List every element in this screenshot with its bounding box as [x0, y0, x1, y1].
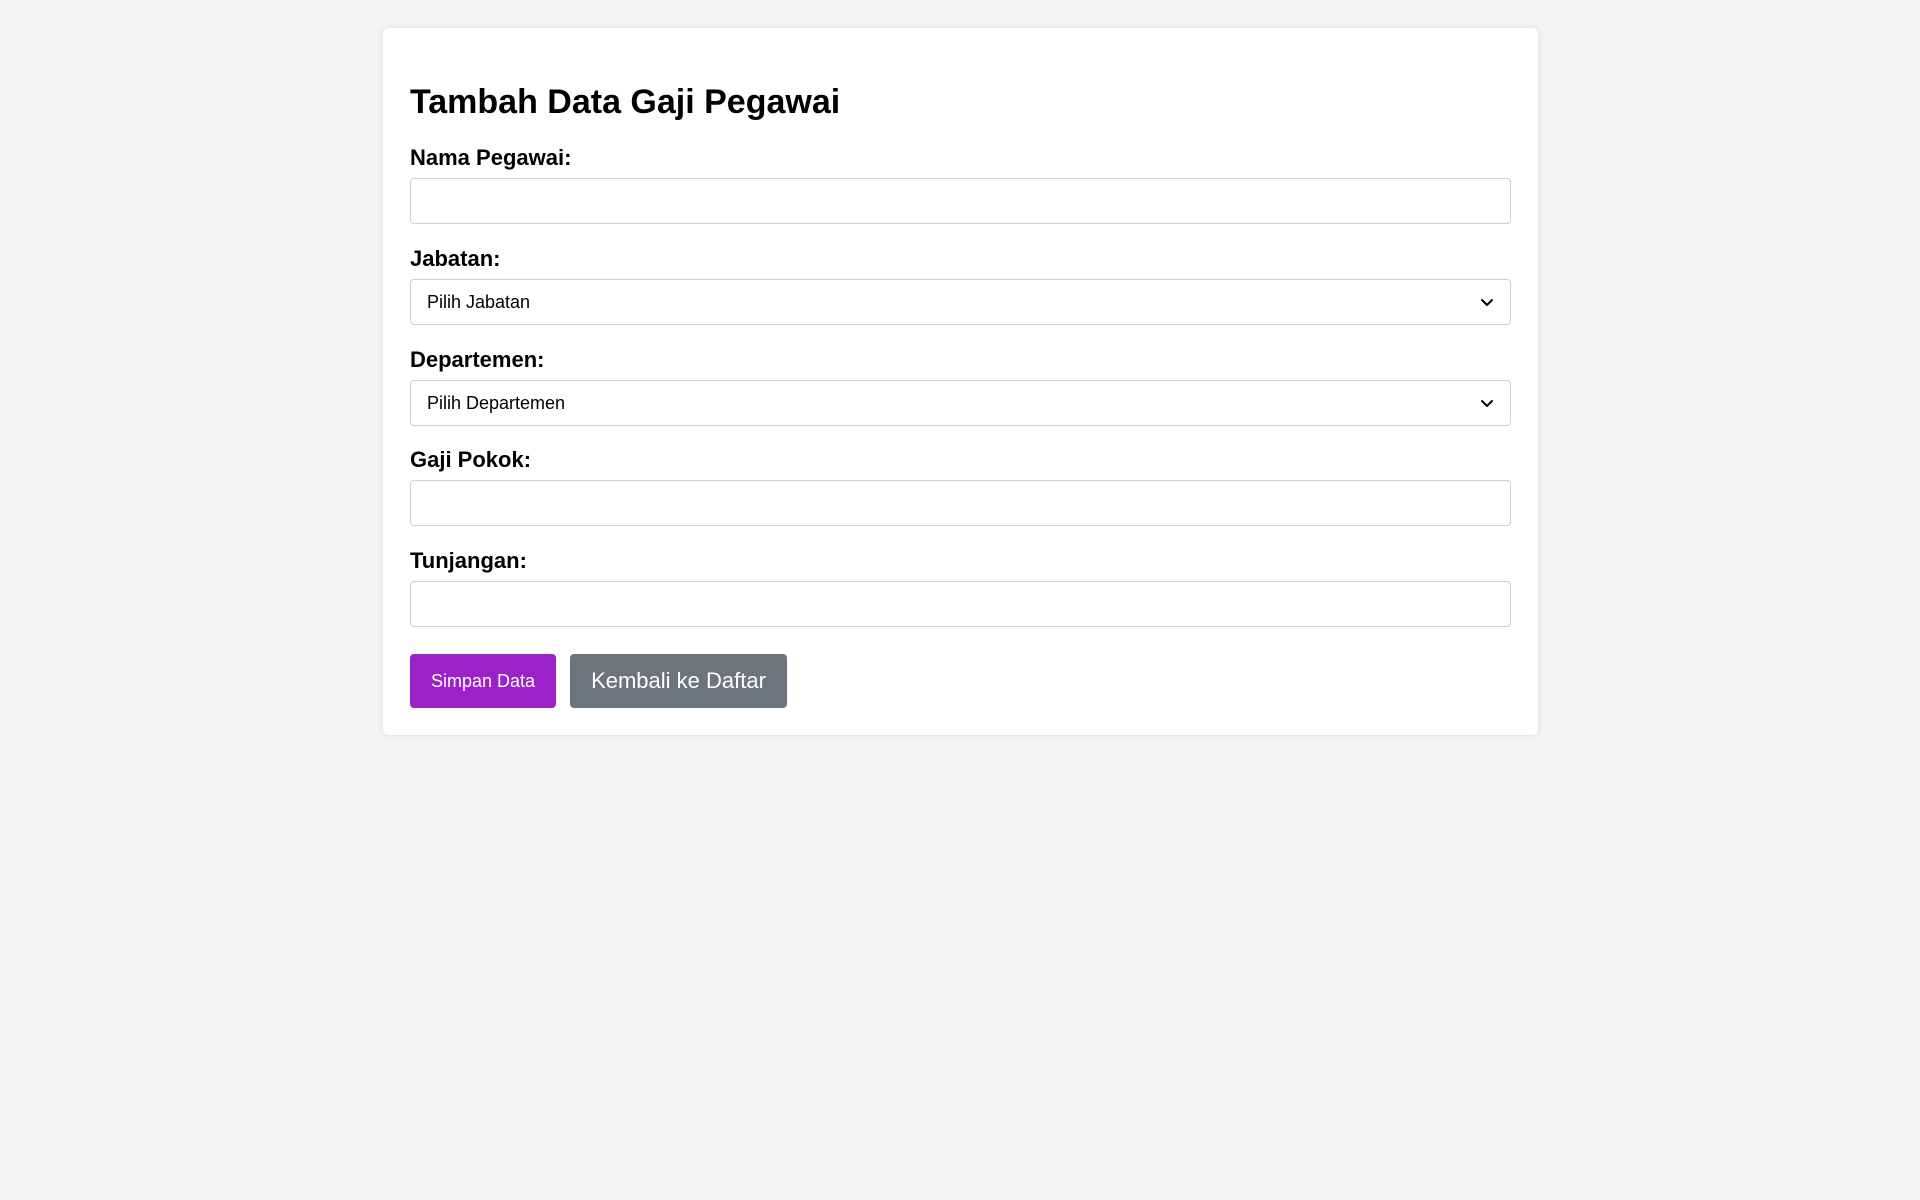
nama-pegawai-label: Nama Pegawai:: [410, 145, 572, 170]
save-button[interactable]: Simpan Data: [410, 654, 557, 708]
departemen-select[interactable]: Pilih Departemen: [410, 380, 1511, 426]
jabatan-selected-value: Pilih Jabatan: [427, 292, 531, 312]
tunjangan-label: Tunjangan:: [410, 548, 527, 573]
gaji-pokok-input[interactable]: [410, 480, 1511, 526]
field-nama-pegawai: Nama Pegawai:: [410, 145, 1511, 224]
nama-pegawai-input[interactable]: [410, 178, 1511, 224]
page-title: Tambah Data Gaji Pegawai: [410, 83, 841, 121]
tunjangan-input[interactable]: [410, 581, 1511, 627]
jabatan-select[interactable]: Pilih Jabatan: [410, 279, 1511, 325]
chevron-down-icon: [1481, 400, 1493, 407]
departemen-label: Departemen:: [410, 347, 545, 372]
field-gaji-pokok: Gaji Pokok:: [410, 447, 1511, 526]
departemen-selected-value: Pilih Departemen: [427, 393, 566, 413]
field-tunjangan: Tunjangan:: [410, 548, 1511, 627]
field-departemen: Departemen: Pilih Departemen: [410, 347, 1511, 426]
chevron-down-icon: [1481, 299, 1493, 306]
form-actions: Simpan Data Kembali ke Daftar: [410, 654, 787, 708]
jabatan-label: Jabatan:: [410, 246, 501, 271]
back-to-list-button[interactable]: Kembali ke Daftar: [570, 654, 787, 708]
form-card: Tambah Data Gaji Pegawai Nama Pegawai: J…: [383, 28, 1538, 735]
gaji-pokok-label: Gaji Pokok:: [410, 447, 532, 472]
field-jabatan: Jabatan: Pilih Jabatan: [410, 246, 1511, 325]
